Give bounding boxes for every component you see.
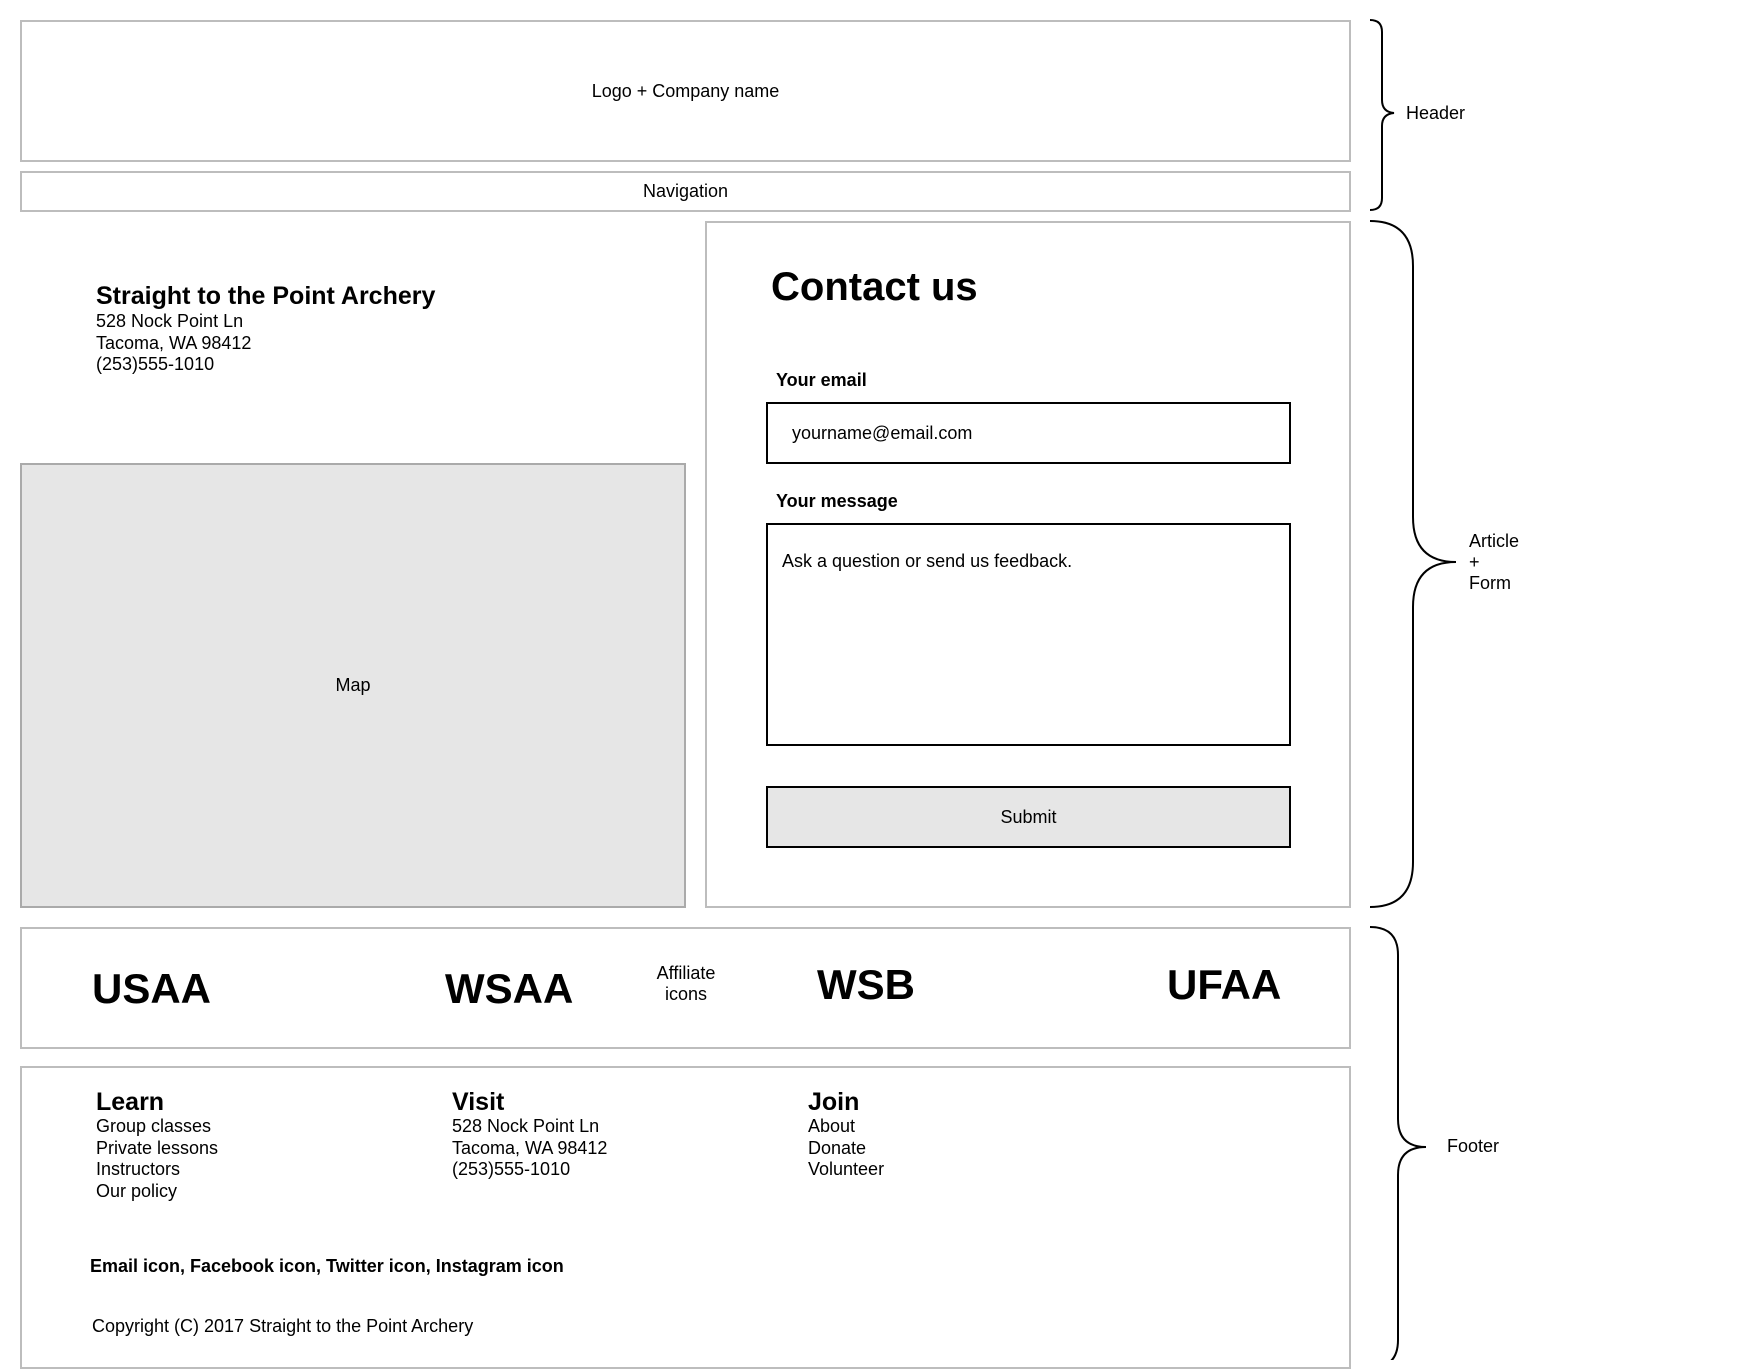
- annotation-footer: Footer: [1447, 1136, 1500, 1156]
- annotation-header: Header: [1406, 103, 1466, 123]
- brace-footer: [1369, 926, 1427, 1360]
- annotation-article-line1: Article: [1469, 531, 1520, 551]
- brace-header: [1369, 19, 1395, 211]
- annotation-article-line2: +: [1469, 552, 1480, 572]
- annotation-article-form: Article + Form: [1469, 531, 1519, 594]
- annotation-article-line3: Form: [1469, 573, 1511, 593]
- brace-article: [1369, 220, 1457, 908]
